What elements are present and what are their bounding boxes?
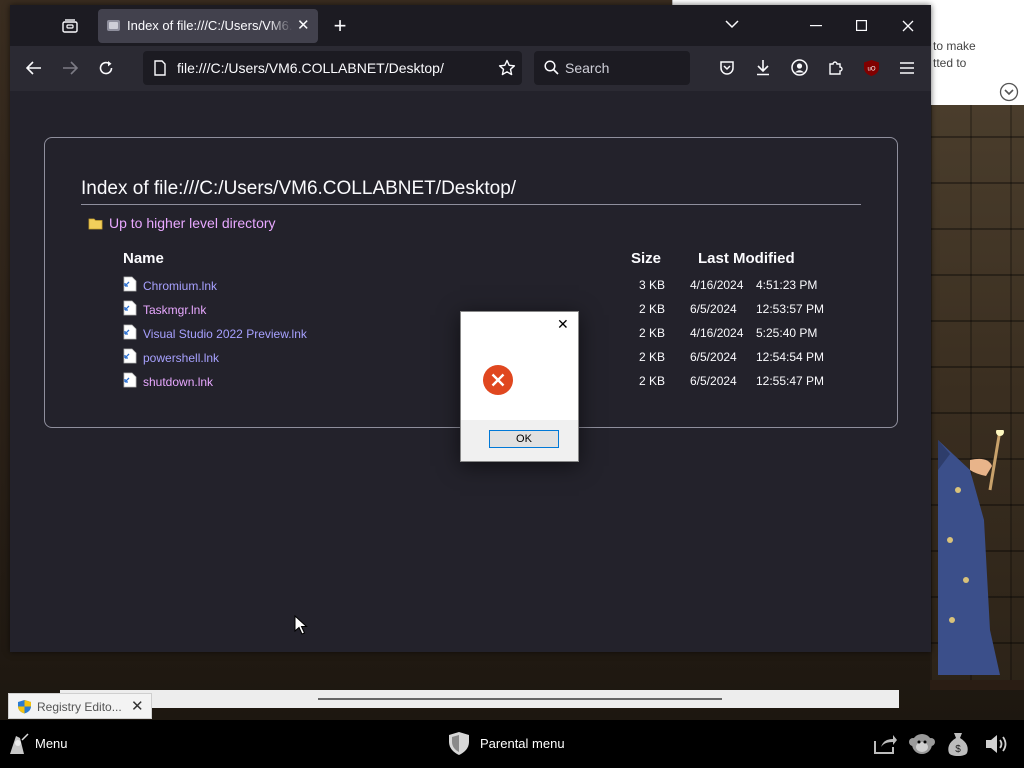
monkey-icon[interactable] [908, 730, 936, 758]
file-date: 4/16/2024 [690, 278, 744, 292]
volume-speaker-icon[interactable] [984, 732, 1010, 756]
menu-button-label[interactable]: Menu [35, 736, 68, 751]
page-file-icon [107, 20, 120, 31]
svg-text:uO: uO [867, 67, 875, 73]
file-date: 4/16/2024 [690, 326, 744, 340]
taskbar: Menu Parental menu $ [0, 720, 1024, 768]
tab-bar: Index of file:///C:/Users/VM6.COLLABNET/… [10, 5, 931, 46]
tab-title: Index of file:///C:/Users/VM6.COLLABNET/… [127, 18, 293, 33]
search-placeholder: Search [565, 60, 610, 76]
wizard-menu-icon[interactable] [6, 732, 30, 756]
tab-close-icon[interactable]: ✕ [297, 16, 310, 34]
file-size: 2 KB [638, 326, 665, 340]
share-arrow-icon[interactable] [873, 733, 897, 755]
shortcut-file-icon [123, 276, 137, 295]
new-tab-icon[interactable]: + [328, 13, 352, 38]
mouse-pointer-icon [294, 615, 308, 635]
money-bag-icon[interactable]: $ [945, 730, 971, 758]
file-time: 12:53:57 PM [756, 302, 825, 316]
shortcut-file-icon [123, 300, 137, 319]
search-icon [544, 60, 559, 75]
horizontal-scrollbar[interactable] [60, 690, 899, 708]
up-directory-link[interactable]: Up to higher level directory [88, 215, 276, 231]
registry-close-icon[interactable]: ✕ [131, 697, 144, 715]
column-header-name[interactable]: Name [123, 250, 164, 267]
file-link[interactable]: powershell.lnk [143, 351, 219, 365]
scrollbar-thumb[interactable] [318, 698, 722, 700]
navigation-toolbar: file:///C:/Users/VM6.COLLABNET/Desktop/ … [10, 46, 931, 91]
page-title: Index of file:///C:/Users/VM6.COLLABNET/… [81, 178, 861, 205]
file-date: 6/5/2024 [690, 350, 737, 364]
file-link[interactable]: Visual Studio 2022 Preview.lnk [143, 327, 307, 341]
file-size: 2 KB [638, 350, 665, 364]
url-bar[interactable]: file:///C:/Users/VM6.COLLABNET/Desktop/ [143, 51, 522, 85]
downloads-icon[interactable] [755, 59, 771, 76]
background-window-text: to make tted to [933, 39, 976, 70]
registry-editor-taskbar-item[interactable]: Registry Edito... ✕ [8, 693, 152, 719]
up-directory-label[interactable]: Up to higher level directory [109, 215, 276, 231]
firefox-view-icon[interactable] [58, 14, 82, 38]
table-row: Chromium.lnk 3 KB 4/16/2024 4:51:23 PM [45, 274, 897, 298]
file-entry: Taskmgr.lnk [123, 300, 206, 319]
minimize-icon[interactable] [810, 25, 822, 27]
parental-menu-label[interactable]: Parental menu [480, 736, 565, 751]
dialog-footer: OK [461, 420, 578, 461]
file-link[interactable]: Chromium.lnk [143, 279, 217, 293]
shortcut-file-icon [123, 348, 137, 367]
file-link[interactable]: Taskmgr.lnk [143, 303, 206, 317]
shortcut-file-icon [123, 324, 137, 343]
shield-uac-icon [18, 700, 31, 714]
dialog-close-icon[interactable]: ✕ [557, 316, 569, 333]
pocket-icon[interactable] [719, 60, 735, 76]
file-time: 12:55:47 PM [756, 374, 825, 388]
forward-arrow-icon[interactable] [62, 61, 78, 75]
page-info-icon[interactable] [153, 60, 167, 76]
file-size: 2 KB [638, 374, 665, 388]
bookmark-star-icon[interactable] [498, 59, 516, 77]
file-size: 2 KB [638, 302, 665, 316]
error-icon [483, 365, 513, 395]
file-time: 4:51:23 PM [756, 278, 818, 292]
file-entry: Visual Studio 2022 Preview.lnk [123, 324, 307, 343]
file-time: 12:54:54 PM [756, 350, 825, 364]
file-entry: shutdown.lnk [123, 372, 213, 391]
list-all-tabs-chevron-icon[interactable] [725, 19, 739, 29]
ok-button[interactable]: OK [489, 430, 559, 448]
file-entry: Chromium.lnk [123, 276, 217, 295]
shortcut-file-icon [123, 372, 137, 391]
file-date: 6/5/2024 [690, 374, 737, 388]
reload-icon[interactable] [98, 60, 114, 76]
maximize-icon[interactable] [856, 20, 867, 31]
window-close-icon[interactable] [902, 20, 914, 32]
shield-icon[interactable] [448, 731, 470, 756]
column-header-size[interactable]: Size [631, 250, 661, 267]
chevron-down-circle-icon[interactable] [999, 82, 1019, 102]
column-header-last-modified[interactable]: Last Modified [698, 250, 795, 267]
file-size: 3 KB [638, 278, 665, 292]
registry-editor-label: Registry Edito... [37, 700, 122, 714]
search-bar[interactable]: Search [534, 51, 690, 85]
back-arrow-icon[interactable] [26, 61, 42, 75]
file-date: 6/5/2024 [690, 302, 737, 316]
url-text[interactable]: file:///C:/Users/VM6.COLLABNET/Desktop/ [177, 60, 444, 76]
svg-text:$: $ [955, 744, 961, 755]
wizard-wallpaper-figure [930, 430, 1024, 690]
hamburger-menu-icon[interactable] [900, 62, 914, 74]
file-entry: powershell.lnk [123, 348, 219, 367]
folder-icon [88, 218, 103, 229]
ublock-origin-icon[interactable]: uO [863, 59, 880, 77]
extensions-puzzle-icon[interactable] [827, 59, 844, 76]
account-icon[interactable] [791, 59, 808, 76]
error-dialog: ✕ OK [460, 311, 579, 462]
tab-index-desktop[interactable]: Index of file:///C:/Users/VM6.COLLABNET/… [98, 9, 318, 43]
file-time: 5:25:40 PM [756, 326, 818, 340]
file-link[interactable]: shutdown.lnk [143, 375, 213, 389]
